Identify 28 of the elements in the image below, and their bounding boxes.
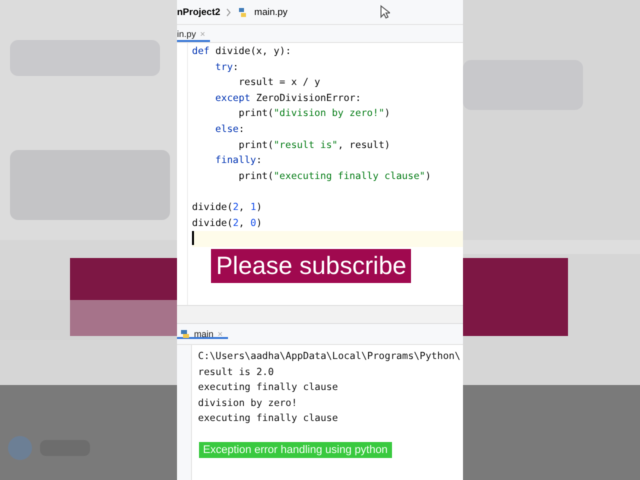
text-cursor [192, 231, 194, 246]
python-icon [180, 329, 190, 339]
editor-tab[interactable]: in.py × [177, 25, 210, 42]
console-line: division by zero! [198, 396, 298, 410]
python-file-icon [237, 6, 248, 18]
code-line: print("executing finally clause") [238, 170, 432, 184]
code-line: print("division by zero!") [238, 107, 390, 122]
splitter-bar[interactable] [177, 306, 463, 324]
run-tab[interactable]: main × [177, 329, 228, 339]
caption-label: Exception error handling using python [199, 442, 392, 458]
subscribe-banner: Please subscribe [211, 249, 412, 283]
breadcrumb-project[interactable]: nProject2 [177, 6, 220, 18]
console-line: C:\Users\aadha\AppData\Local\Programs\Python\ [198, 350, 460, 364]
code-line: try: [215, 60, 239, 75]
breadcrumb-file[interactable]: main.py [254, 6, 288, 18]
code-line: divide(2, 1) [192, 200, 262, 215]
code-line: result = x / y [238, 76, 320, 90]
console-line: result is 2.0 [198, 366, 275, 380]
code-line: def divide(x, y): [192, 45, 292, 59]
code-line: finally: [215, 154, 262, 168]
console-line: executing finally clause [198, 381, 339, 395]
console-line: executing finally clause [198, 412, 339, 426]
mouse-pointer-icon [380, 5, 390, 19]
chevron-icon [226, 8, 232, 16]
code-line: else: [215, 122, 244, 137]
code-line: divide(2, 0) [192, 216, 262, 231]
code-line: print("result is", result) [238, 138, 390, 153]
code-line: except ZeroDivisionError: [215, 92, 362, 106]
